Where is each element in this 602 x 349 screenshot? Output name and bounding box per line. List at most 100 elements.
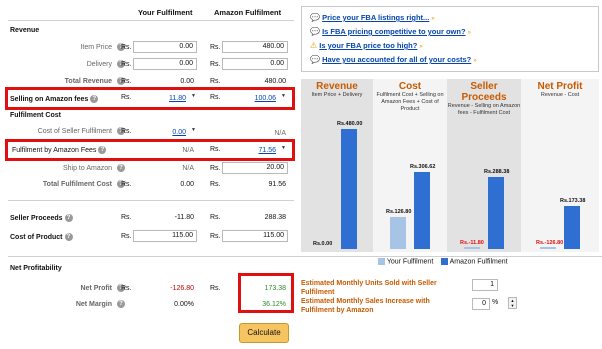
tip-link-row[interactable]: 💬 Have you accounted for all of your cos… — [310, 55, 477, 64]
legend-swatch-your — [378, 258, 385, 265]
chart-bar — [464, 247, 480, 249]
help-icon[interactable]: ? — [64, 214, 73, 222]
chart-column-title: Cost — [398, 81, 422, 92]
chart-column-subtitle: Item Price + Delivery — [311, 92, 363, 98]
estimate-increase-input[interactable]: 0 — [472, 298, 490, 310]
net-profitability-heading: Net Profitability — [10, 265, 62, 272]
selling-fees-your-link[interactable]: 11.80 — [150, 95, 186, 102]
help-icon[interactable]: ? — [117, 300, 125, 308]
fba-fees-your-value: N/A — [182, 147, 194, 154]
chart-data-label: Rs.306.62 — [410, 164, 436, 171]
total-revenue-label: Total Revenue — [64, 78, 112, 85]
chart-data-label: Rs.480.00 — [337, 121, 363, 127]
tips-panel: 💬 Price your FBA listings right... » 💬 I… — [301, 6, 599, 72]
spinner-down-icon[interactable]: ▼ — [509, 303, 516, 308]
total-revenue-your-value: 0.00 — [180, 78, 194, 85]
divider — [8, 20, 294, 21]
cost-seller-fulfilment-label: Cost of Seller Fulfilment — [37, 128, 112, 135]
tip-link-text[interactable]: Have you accounted for all of your costs… — [322, 55, 471, 64]
chart-column-subtitle: Revenue - Cost — [540, 92, 580, 98]
chart-column-header: Seller Proceeds Revenue - Selling on Ama… — [447, 81, 521, 117]
item-price-label: Item Price — [80, 44, 112, 51]
chevron-down-icon[interactable]: » — [431, 16, 434, 22]
chevron-down-icon[interactable]: » — [419, 44, 422, 50]
total-fulfilment-amazon-value: 91.56 — [268, 181, 286, 188]
cost-seller-fulfilment-your-link[interactable]: 0.00 — [150, 129, 186, 136]
delivery-amazon-input[interactable]: 0.00 — [222, 58, 288, 70]
currency-label: Rs. — [210, 233, 221, 240]
currency-label: Rs. — [210, 214, 221, 221]
item-price-your-input[interactable]: 0.00 — [133, 41, 197, 53]
spinner[interactable]: ▲ ▼ — [508, 297, 517, 309]
chart-column-title: Seller Proceeds — [461, 81, 507, 103]
currency-label: Rs. — [210, 285, 221, 292]
fba-fees-amazon-link[interactable]: 71.56 — [240, 147, 276, 154]
cost-of-product-your-input[interactable]: 115.00 — [133, 230, 197, 242]
speech-bubble-icon: 💬 — [310, 27, 320, 36]
chart-bar — [341, 129, 357, 249]
total-fulfilment-your-value: 0.00 — [180, 181, 194, 188]
tip-link-text[interactable]: Is your FBA price too high? — [319, 41, 417, 50]
currency-label: Rs. — [121, 44, 132, 51]
currency-label: Rs. — [121, 181, 132, 188]
net-margin-label: Net Margin — [75, 301, 112, 308]
seller-proceeds-label-text: Seller Proceeds — [10, 214, 63, 222]
cost-of-product-amazon-input[interactable]: 115.00 — [222, 230, 288, 242]
estimate-units-label: Estimated Monthly Units Sold with Seller… — [301, 280, 437, 296]
cost-seller-fulfilment-amazon-value: N/A — [274, 130, 286, 137]
tip-link-row[interactable]: 💬 Price your FBA listings right... » — [310, 13, 435, 22]
chart-column-header: Cost Fulfilment Cost + Selling on Amazon… — [373, 81, 447, 113]
currency-label: Rs. — [210, 94, 221, 101]
tip-link-row[interactable]: 💬 Is FBA pricing competitive to your own… — [310, 27, 471, 36]
your-fulfilment-column-header: Your Fulfilment — [138, 8, 193, 17]
selling-fees-label: Selling on Amazon fees? — [10, 95, 99, 103]
calculate-button[interactable]: Calculate — [239, 323, 289, 343]
chart-column-header: Net Profit Revenue - Cost — [521, 81, 599, 99]
ship-to-amazon-input[interactable]: 20.00 — [222, 162, 288, 174]
delivery-your-input[interactable]: 0.00 — [133, 58, 197, 70]
tip-link-text[interactable]: Price your FBA listings right... — [322, 13, 429, 22]
tip-link-row[interactable]: ⚠ Is your FBA price too high? » — [310, 41, 423, 50]
net-profit-label: Net Profit — [80, 285, 113, 292]
currency-label: Rs. — [210, 61, 221, 68]
warning-icon: ⚠ — [310, 41, 318, 50]
fba-fees-label: Fulfilment by Amazon Fees? — [12, 146, 107, 154]
item-price-amazon-input[interactable]: 480.00 — [222, 41, 288, 53]
currency-label: Rs. — [210, 165, 221, 172]
chart-column-title: Revenue — [316, 81, 358, 92]
divider — [8, 200, 294, 201]
estimate-units-input[interactable]: 1 — [472, 279, 498, 291]
chevron-down-icon[interactable]: » — [468, 30, 471, 36]
dropdown-caret-icon[interactable]: ▼ — [191, 93, 196, 99]
chevron-down-icon[interactable]: » — [473, 58, 476, 64]
chart-data-label: Rs.126.80 — [386, 209, 412, 216]
help-icon[interactable]: ? — [117, 164, 125, 172]
ship-your-value: N/A — [182, 165, 194, 172]
net-margin-your-value: 0.00% — [174, 301, 194, 308]
chart-data-label: Rs.288.38 — [484, 168, 510, 175]
dropdown-caret-icon[interactable]: ▼ — [281, 145, 286, 151]
help-icon[interactable]: ? — [98, 146, 107, 154]
seller-proceeds-label: Seller Proceeds? — [10, 214, 73, 222]
delivery-label: Delivery — [86, 61, 112, 68]
help-icon[interactable]: ? — [90, 95, 99, 103]
chart-data-label: Rs.173.38 — [560, 197, 586, 204]
seller-proceeds-amazon-value: 288.38 — [264, 214, 286, 221]
fba-fees-label-text: Fulfilment by Amazon Fees — [12, 146, 97, 154]
tip-link-text[interactable]: Is FBA pricing competitive to your own? — [322, 27, 465, 36]
legend-label-your: Your Fulfilment — [386, 258, 434, 266]
chart-bar — [488, 176, 504, 249]
net-margin-amazon-value: 36.12% — [262, 301, 286, 308]
help-icon[interactable]: ? — [64, 233, 73, 241]
chart-bar — [564, 205, 580, 249]
currency-label: Rs. — [210, 146, 221, 153]
amazon-fulfilment-column-header: Amazon Fulfilment — [214, 8, 282, 17]
currency-label: Rs. — [121, 285, 132, 292]
dropdown-caret-icon[interactable]: ▼ — [281, 93, 286, 99]
chart-data-label: Rs.-126.80 — [536, 240, 564, 246]
chart-band — [521, 79, 599, 252]
chart-bar — [414, 172, 430, 249]
dropdown-caret-icon[interactable]: ▼ — [191, 127, 196, 133]
selling-fees-amazon-link[interactable]: 100.06 — [240, 95, 276, 102]
net-profit-your-value: -126.80 — [170, 285, 194, 292]
